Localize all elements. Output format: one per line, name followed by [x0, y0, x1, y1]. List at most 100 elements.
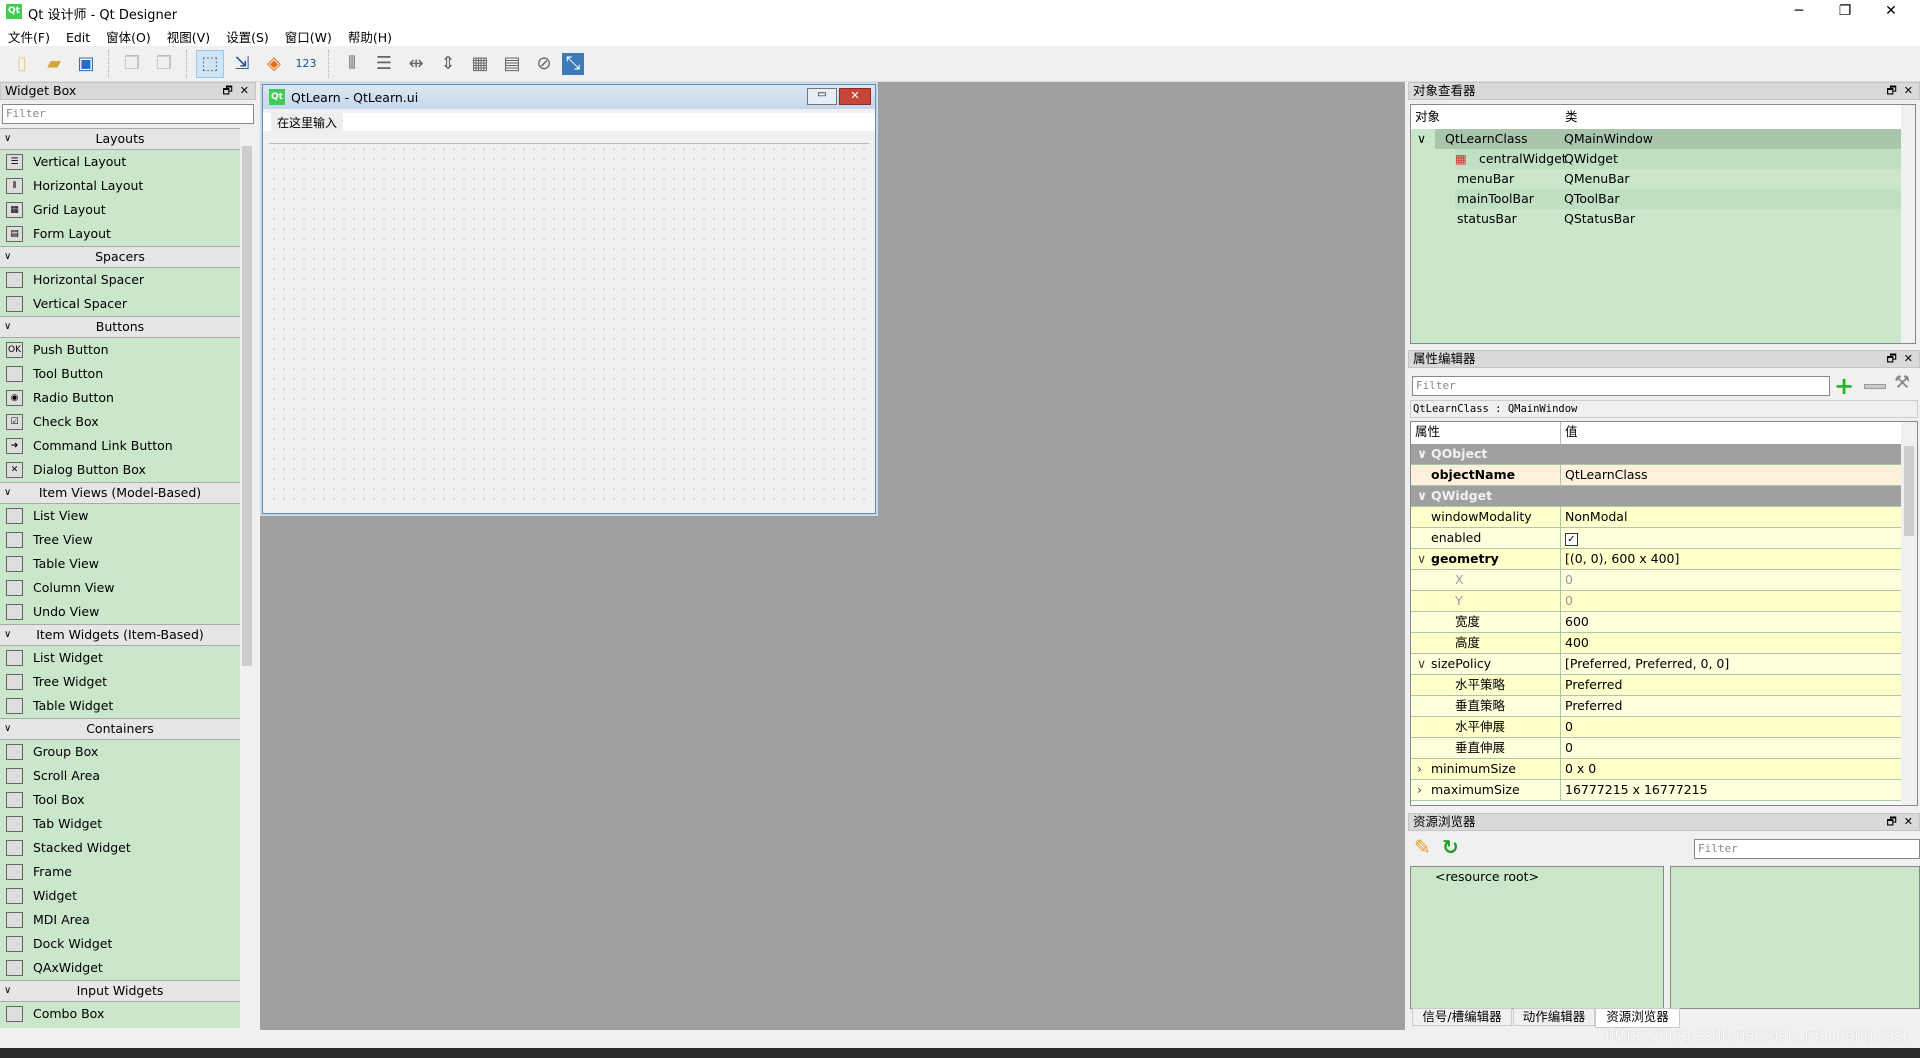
widget-item-form-layout[interactable]: ▤ Form Layout	[0, 222, 240, 246]
widget-item-command-link-button[interactable]: ➜ Command Link Button	[0, 434, 240, 458]
layout-vertical-icon[interactable]: ☰	[370, 50, 398, 78]
property-filter-input[interactable]: Filter	[1412, 376, 1830, 396]
close-icon[interactable]: ✕	[240, 84, 249, 97]
property-value[interactable]: 0	[1565, 572, 1573, 587]
object-row[interactable]: statusBar QStatusBar	[1455, 209, 1915, 229]
form-close-button[interactable]: ✕	[839, 88, 871, 105]
add-dynamic-property-icon[interactable]: +	[1834, 372, 1854, 400]
edit-widgets-icon[interactable]: ⬚	[196, 49, 224, 78]
property-row[interactable]: X0	[1411, 570, 1901, 591]
widget-item-table-view[interactable]: Table View	[0, 552, 240, 576]
property-row[interactable]: › minimumSize 0 x 0	[1411, 759, 1901, 780]
category-header[interactable]: ∨ Item Widgets (Item-Based)	[0, 624, 240, 646]
property-group[interactable]: ∨ QWidget	[1411, 486, 1901, 507]
widget-item-push-button[interactable]: OK Push Button	[0, 338, 240, 362]
property-row[interactable]: Y0	[1411, 591, 1901, 612]
property-value[interactable]: 0	[1565, 719, 1573, 734]
property-row[interactable]: 宽度 600	[1411, 612, 1901, 633]
widget-item-qaxwidget[interactable]: QAxWidget	[0, 956, 240, 980]
widget-item-horizontal-spacer[interactable]: Horizontal Spacer	[0, 268, 240, 292]
widget-item-dialog-button-box[interactable]: ✕ Dialog Button Box	[0, 458, 240, 482]
property-value[interactable]: 400	[1565, 635, 1589, 650]
edit-resources-pencil-icon[interactable]: ✎	[1414, 835, 1431, 859]
chevron-right-icon[interactable]: ›	[1417, 780, 1422, 800]
object-row[interactable]: mainToolBar QToolBar	[1455, 189, 1915, 209]
form-window[interactable]: Qt QtLearn - QtLearn.ui ▭ ✕ 在这里输入	[262, 84, 876, 514]
category-header[interactable]: ∨ Containers	[0, 718, 240, 740]
chevron-down-icon[interactable]: ∨	[1417, 549, 1426, 569]
minimize-button[interactable]: ─	[1776, 0, 1822, 24]
close-icon[interactable]: ✕	[1904, 352, 1913, 365]
property-row[interactable]: 垂直策略 Preferred	[1411, 696, 1901, 717]
tab-signal-slot-editor[interactable]: 信号/槽编辑器	[1412, 1008, 1512, 1026]
chevron-down-icon[interactable]: ∨	[1417, 654, 1426, 674]
widget-item-tool-button[interactable]: Tool Button	[0, 362, 240, 386]
widget-item-table-widget[interactable]: Table Widget	[0, 694, 240, 718]
property-value[interactable]: 16777215 x 16777215	[1565, 782, 1708, 797]
menu-edit[interactable]: Edit	[58, 27, 98, 48]
widget-item-tree-widget[interactable]: Tree Widget	[0, 670, 240, 694]
resource-filter-input[interactable]: Filter	[1694, 839, 1920, 859]
send-back-icon[interactable]: ❐	[150, 50, 178, 78]
widget-item-scroll-area[interactable]: Scroll Area	[0, 764, 240, 788]
category-header[interactable]: ∨ Buttons	[0, 316, 240, 338]
configure-wrench-icon[interactable]: ⚒	[1894, 372, 1910, 393]
widget-item-dock-widget[interactable]: Dock Widget	[0, 932, 240, 956]
tab-action-editor[interactable]: 动作编辑器	[1513, 1008, 1595, 1026]
tree-scrollbar[interactable]	[1901, 105, 1915, 343]
layout-v-splitter-icon[interactable]: ⇕	[434, 50, 462, 78]
layout-grid-icon[interactable]: ▦	[466, 50, 494, 78]
property-row[interactable]: 垂直伸展 0	[1411, 738, 1901, 759]
property-value[interactable]: 0	[1565, 740, 1573, 755]
property-value[interactable]: 0	[1565, 593, 1573, 608]
tab-resource-browser[interactable]: 资源浏览器	[1595, 1008, 1680, 1028]
object-row[interactable]: ▦ centralWidget QWidget	[1455, 149, 1915, 169]
layout-form-icon[interactable]: ▤	[498, 50, 526, 78]
widget-item-check-box[interactable]: ☑ Check Box	[0, 410, 240, 434]
layout-h-splitter-icon[interactable]: ⇹	[402, 50, 430, 78]
widget-list-scrollbar[interactable]	[240, 128, 254, 1028]
adjust-size-icon[interactable]: ⤡	[562, 52, 584, 75]
property-row[interactable]: windowModality NonModal	[1411, 507, 1901, 528]
property-scrollbar[interactable]	[1901, 422, 1917, 805]
property-value[interactable]: Preferred	[1565, 677, 1622, 692]
layout-horizontal-icon[interactable]: ⫴	[338, 50, 366, 78]
enabled-checkbox[interactable]: ✓	[1565, 533, 1578, 546]
form-minimize-button[interactable]: ▭	[807, 88, 837, 105]
widget-filter-input[interactable]: Filter	[2, 104, 254, 124]
float-icon[interactable]: 🗗	[1886, 815, 1896, 828]
property-value[interactable]: Preferred	[1565, 698, 1622, 713]
category-header[interactable]: ∨ Item Views (Model-Based)	[0, 482, 240, 504]
chevron-right-icon[interactable]: ›	[1417, 759, 1422, 779]
widget-item-group-box[interactable]: Group Box	[0, 740, 240, 764]
float-icon[interactable]: 🗗	[1886, 84, 1896, 97]
widget-item-combo-box[interactable]: Combo Box	[0, 1002, 240, 1026]
type-here-menu[interactable]: 在这里输入	[271, 113, 344, 132]
break-layout-icon[interactable]: ⊘	[530, 50, 558, 78]
widget-item-undo-view[interactable]: Undo View	[0, 600, 240, 624]
category-header[interactable]: ∨ Layouts	[0, 128, 240, 150]
widget-item-vertical-spacer[interactable]: Vertical Spacer	[0, 292, 240, 316]
widget-item-horizontal-layout[interactable]: ⫴ Horizontal Layout	[0, 174, 240, 198]
property-value[interactable]: NonModal	[1565, 509, 1627, 524]
object-row[interactable]: ∨ QtLearnClass QMainWindow	[1417, 129, 1915, 149]
property-row[interactable]: ∨ sizePolicy [Preferred, Preferred, 0, 0]	[1411, 654, 1901, 675]
widget-item-column-view[interactable]: Column View	[0, 576, 240, 600]
property-value[interactable]: 0 x 0	[1565, 761, 1596, 776]
edit-signals-slots-icon[interactable]: ⇲	[228, 50, 256, 78]
save-icon[interactable]: ▣	[72, 50, 100, 78]
float-icon[interactable]: 🗗	[222, 84, 232, 97]
widget-item-mdi-area[interactable]: MDI Area	[0, 908, 240, 932]
widget-item-tab-widget[interactable]: Tab Widget	[0, 812, 240, 836]
property-row[interactable]: 水平策略 Preferred	[1411, 675, 1901, 696]
property-row[interactable]: objectName QtLearnClass	[1411, 465, 1901, 486]
widget-item-list-widget[interactable]: List Widget	[0, 646, 240, 670]
new-file-icon[interactable]: ▯	[8, 50, 36, 78]
remove-property-icon[interactable]	[1864, 384, 1886, 389]
close-icon[interactable]: ✕	[1904, 84, 1913, 97]
property-row[interactable]: › maximumSize 16777215 x 16777215	[1411, 780, 1901, 801]
widget-item-grid-layout[interactable]: ▦ Grid Layout	[0, 198, 240, 222]
property-row[interactable]: enabled ✓	[1411, 528, 1901, 549]
widget-item-tree-view[interactable]: Tree View	[0, 528, 240, 552]
widget-item-widget[interactable]: Widget	[0, 884, 240, 908]
